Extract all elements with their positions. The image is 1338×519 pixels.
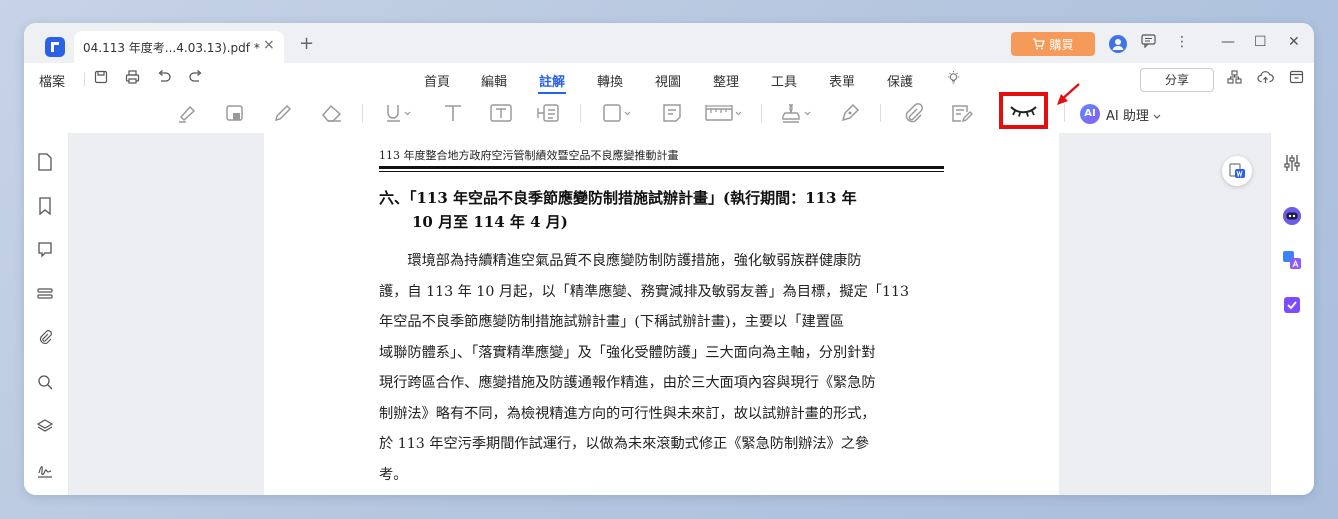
buy-label: 購買 <box>1049 37 1074 52</box>
menu-edit[interactable]: 編輯 <box>481 71 507 90</box>
note-edit-tool-icon[interactable] <box>950 102 974 130</box>
highlight-tool-icon[interactable] <box>176 102 198 130</box>
signature-pen-tool-icon[interactable] <box>839 102 863 130</box>
search-icon[interactable] <box>37 373 53 395</box>
hide-annotations-highlight-box[interactable] <box>999 92 1048 129</box>
cart-icon <box>1033 38 1046 50</box>
feedback-icon[interactable] <box>1141 34 1156 52</box>
ai-assistant-dropdown[interactable]: AI 助理 <box>1106 105 1161 124</box>
page-running-header: 113 年度整合地方政府空污管制績效暨空品不良應變推動計畫 <box>379 149 679 162</box>
redo-icon[interactable] <box>188 70 203 88</box>
paragraph-line: 考。 <box>379 466 408 483</box>
bookmark-icon[interactable] <box>37 197 53 219</box>
print-icon[interactable] <box>125 70 140 88</box>
underline-tool-icon[interactable] <box>384 102 414 130</box>
measure-tool-icon[interactable] <box>704 102 744 130</box>
hide-annotations-eye-icon <box>1010 106 1037 117</box>
stamp-tool-icon[interactable] <box>780 102 814 130</box>
page-thumbnail-icon[interactable] <box>37 153 53 175</box>
translate-icon[interactable] <box>1282 250 1302 270</box>
pencil-tool-icon[interactable] <box>272 102 294 130</box>
shape-tool-icon[interactable] <box>602 102 634 130</box>
callout-tool-icon[interactable] <box>536 102 560 130</box>
paragraph-line: 護，自 113 年 10 月起，以「精準應變、務實減排及敏弱友善」為目標，擬定「… <box>379 283 910 300</box>
right-sidebar <box>1270 133 1314 495</box>
menu-view[interactable]: 視圖 <box>655 71 681 90</box>
menu-divider <box>84 72 85 86</box>
paragraph-line: 年空品不良季節應變防制措施試辦計畫」(下稱試辦計畫)，主要以「建置區 <box>379 314 845 330</box>
tab-title: 04.113 年度考...4.03.13).pdf * <box>83 41 260 55</box>
more-options-icon[interactable]: ⋮ <box>1175 34 1189 50</box>
ai-chatbot-icon[interactable] <box>1282 206 1302 226</box>
menu-form[interactable]: 表單 <box>829 71 855 90</box>
ai-assistant-icon[interactable]: AI <box>1080 104 1100 124</box>
toolbar-divider <box>1064 104 1065 122</box>
sticky-note-tool-icon[interactable] <box>661 102 683 130</box>
layers-icon[interactable] <box>36 417 54 439</box>
menu-organize[interactable]: 整理 <box>713 71 739 90</box>
app-logo-icon <box>45 37 65 57</box>
cloud-upload-icon[interactable] <box>1257 70 1274 88</box>
annotation-toolbar: AI AI 助理 <box>24 83 1314 134</box>
paragraph-line: 環境部為持續精進空氣品質不良應變防制防護措施，強化敏弱族群健康防 <box>379 253 862 269</box>
body-paragraph: 環境部為持續精進空氣品質不良應變防制防護措施，強化敏弱族群健康防 護，自 113… <box>379 246 945 490</box>
panel-layout-icon[interactable] <box>1289 70 1304 88</box>
toolbar-divider <box>761 104 762 122</box>
toolbar-divider <box>362 104 363 122</box>
menu-convert[interactable]: 轉換 <box>597 71 623 90</box>
section-heading: 六、「113 年空品不良季節應變防制措施試辦計畫」(執行期間：113 年 10 … <box>379 186 949 234</box>
eraser-tool-icon[interactable] <box>320 102 344 130</box>
app-window: 04.113 年度考...4.03.13).pdf * × + 購買 ⋮ — ☐… <box>24 23 1314 495</box>
share-button[interactable]: 分享 <box>1140 68 1214 92</box>
title-bar: 04.113 年度考...4.03.13).pdf * × + 購買 ⋮ — ☐… <box>24 23 1314 63</box>
menu-home[interactable]: 首頁 <box>424 71 450 90</box>
document-tab[interactable]: 04.113 年度考...4.03.13).pdf * × <box>74 31 284 63</box>
active-menu-indicator <box>538 92 566 94</box>
ai-assistant-label: AI 助理 <box>1106 109 1149 124</box>
menu-tools[interactable]: 工具 <box>771 71 797 90</box>
signature-icon[interactable] <box>37 461 53 483</box>
buy-button[interactable]: 購買 <box>1011 32 1095 56</box>
task-check-icon[interactable] <box>1282 295 1302 315</box>
section-heading-line: 10 月至 114 年 4 月) <box>412 213 568 231</box>
paragraph-line: 制辦法》略有不同，為檢視精進方向的可行性與未來訂，故以試辦計畫的形式， <box>379 405 876 422</box>
tab-close-icon[interactable]: × <box>263 37 275 53</box>
close-window-icon[interactable]: ✕ <box>1288 34 1300 50</box>
word-convert-icon <box>1229 163 1245 178</box>
menu-bar: 檔案 首頁 編輯 註解 轉換 視圖 整理 工具 表單 保護 分享 <box>24 63 1314 95</box>
header-rule <box>379 171 944 172</box>
menu-annotate[interactable]: 註解 <box>539 71 565 90</box>
attachment-tool-icon[interactable] <box>902 102 924 130</box>
layers-list-icon[interactable] <box>37 285 53 307</box>
red-arrow-indicator-icon <box>1057 83 1080 105</box>
area-highlight-tool-icon[interactable] <box>224 102 246 130</box>
account-avatar-icon[interactable] <box>1109 35 1127 53</box>
attachment-icon[interactable] <box>37 329 53 351</box>
workflow-icon[interactable] <box>1227 70 1242 88</box>
menu-protect[interactable]: 保護 <box>887 71 913 90</box>
header-rule <box>379 166 944 169</box>
text-tool-icon[interactable] <box>442 102 464 130</box>
left-sidebar <box>24 133 69 495</box>
textbox-tool-icon[interactable] <box>489 102 513 130</box>
undo-icon[interactable] <box>157 70 172 88</box>
paragraph-line: 於 113 年空污季期間作試運行，以做為未來滾動式修正《緊急防制辦法》之參 <box>379 436 870 452</box>
file-menu[interactable]: 檔案 <box>39 71 65 90</box>
new-tab-icon[interactable]: + <box>299 35 314 53</box>
paragraph-line: 現行跨區合作、應變措施及防護通報作精進，由於三大面項內容與現行《緊急防 <box>379 375 876 391</box>
maximize-icon[interactable]: ☐ <box>1254 34 1267 50</box>
toolbar-divider <box>880 104 881 122</box>
paragraph-line: 域聯防體系」、「落實精準應變」及「強化受體防護」三大面向為主軸，分別針對 <box>379 344 876 361</box>
pdf-page[interactable]: 113 年度整合地方政府空污管制績效暨空品不良應變推動計畫 六、「113 年空品… <box>264 133 1059 495</box>
minimize-icon[interactable]: — <box>1221 34 1235 50</box>
convert-to-word-button[interactable] <box>1222 156 1252 186</box>
document-canvas[interactable]: 113 年度整合地方政府空污管制績效暨空品不良應變推動計畫 六、「113 年空品… <box>69 133 1270 495</box>
lightbulb-icon[interactable] <box>946 70 961 89</box>
section-heading-line: 六、「113 年空品不良季節應變防制措施試辦計畫」(執行期間：113 年 <box>379 189 857 207</box>
properties-sliders-icon[interactable] <box>1282 153 1302 173</box>
save-icon[interactable] <box>94 70 108 88</box>
comment-icon[interactable] <box>37 241 53 263</box>
chevron-down-icon <box>1153 114 1161 119</box>
toolbar-divider <box>580 104 581 122</box>
